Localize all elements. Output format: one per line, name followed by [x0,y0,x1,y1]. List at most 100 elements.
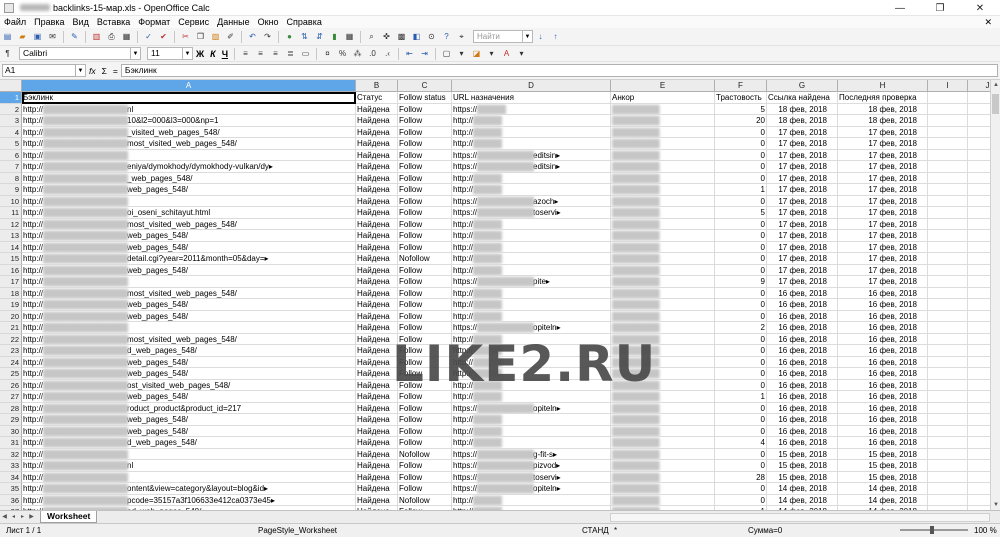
backlink-cell[interactable]: http://██████████████████ [22,448,356,460]
anchor-cell[interactable]: ██████████ [611,264,715,276]
status-cell[interactable]: Найдена [356,138,398,150]
column-header-g[interactable]: G [767,80,838,92]
font-name-box[interactable]: Calibri [19,47,131,60]
menu-edit[interactable]: Правка [30,16,68,28]
page-style[interactable]: PageStyle_Worksheet [258,524,337,537]
prev-sheet-icon[interactable]: ◂ [9,512,18,522]
header-cell[interactable]: Анкор [611,92,715,104]
backlink-cell[interactable]: http://██████████████████web_pages_548/ [22,310,356,322]
export-pdf-icon[interactable]: ▥ [91,31,102,42]
last-check-cell[interactable]: 17 фев, 2018 [838,138,928,150]
close-button[interactable]: ✕ [960,0,1000,16]
function-icon[interactable]: = [113,66,118,76]
backlink-cell[interactable]: http://██████████████████oi_oseni_schita… [22,207,356,219]
anchor-cell[interactable]: ██████████ [611,207,715,219]
cut-icon[interactable]: ✂ [180,31,191,42]
font-color-icon[interactable]: A [501,48,512,59]
trust-cell[interactable]: 0 [715,195,767,207]
backlink-cell[interactable]: http://██████████████████most_visited_we… [22,333,356,345]
name-box[interactable]: A1 [2,64,76,77]
sort-ascending-icon[interactable]: ⇅ [299,31,310,42]
follow-cell[interactable]: Follow [398,460,452,472]
trust-cell[interactable]: 0 [715,356,767,368]
last-check-cell[interactable]: 16 фев, 2018 [838,287,928,299]
trust-cell[interactable]: 5 [715,103,767,115]
found-date-cell[interactable]: 16 фев, 2018 [767,425,838,437]
anchor-cell[interactable]: ██████████ [611,184,715,196]
follow-cell[interactable]: Follow [398,310,452,322]
copy-icon[interactable]: ❐ [195,31,206,42]
last-check-cell[interactable]: 15 фев, 2018 [838,471,928,483]
anchor-cell[interactable]: ██████████ [611,115,715,127]
status-cell[interactable]: Найдена [356,287,398,299]
found-date-cell[interactable]: 17 фев, 2018 [767,149,838,161]
last-check-cell[interactable]: 14 фев, 2018 [838,483,928,495]
follow-cell[interactable]: Follow [398,149,452,161]
anchor-cell[interactable]: ██████████ [611,448,715,460]
last-check-cell[interactable]: 16 фев, 2018 [838,299,928,311]
anchor-cell[interactable]: ██████████ [611,103,715,115]
menu-insert[interactable]: Вставка [93,16,134,28]
row-header[interactable]: 12 [0,218,22,230]
follow-cell[interactable]: Nofollow [398,494,452,506]
selection-mode[interactable]: СТАНД [582,524,609,537]
last-check-cell[interactable]: 15 фев, 2018 [838,448,928,460]
first-sheet-icon[interactable]: ◀ [0,512,9,522]
add-decimal-icon[interactable]: .0 [367,48,378,59]
status-cell[interactable]: Найдена [356,460,398,472]
edit-file-icon[interactable]: ✎ [69,31,80,42]
anchor-cell[interactable]: ██████████ [611,299,715,311]
backlink-cell[interactable]: http://██████████████████d_web_pages_548… [22,345,356,357]
row-header[interactable]: 16 [0,264,22,276]
status-cell[interactable]: Найдена [356,414,398,426]
found-date-cell[interactable]: 17 фев, 2018 [767,230,838,242]
horizontal-scrollbar[interactable] [610,513,990,522]
row-header[interactable]: 6 [0,149,22,161]
find-prev-icon[interactable]: ↑ [550,31,561,42]
scroll-up-icon[interactable]: ▲ [991,80,1000,90]
select-all-corner[interactable] [0,80,22,92]
anchor-cell[interactable]: ██████████ [611,218,715,230]
backlink-cell[interactable]: http://██████████████████ontent&view=cat… [22,483,356,495]
last-check-cell[interactable]: 16 фев, 2018 [838,379,928,391]
menu-tools[interactable]: Сервис [174,16,213,28]
font-size-box[interactable]: 11 [147,47,183,60]
trust-cell[interactable]: 0 [715,299,767,311]
header-cell[interactable] [928,92,968,104]
header-cell[interactable]: Трастовость [715,92,767,104]
font-size-dropdown-icon[interactable]: ▼ [183,47,193,60]
last-check-cell[interactable]: 17 фев, 2018 [838,241,928,253]
last-check-cell[interactable]: 18 фев, 2018 [838,115,928,127]
align-center-icon[interactable]: ≡ [255,48,266,59]
row-header[interactable]: 2 [0,103,22,115]
target-url-cell[interactable]: http://██████ [452,310,611,322]
target-url-cell[interactable]: https://████████████toservi▸ [452,471,611,483]
anchor-cell[interactable]: ██████████ [611,161,715,173]
trust-cell[interactable]: 0 [715,253,767,265]
target-url-cell[interactable]: http://██████ [452,126,611,138]
row-header[interactable]: 18 [0,287,22,299]
target-url-cell[interactable]: http://██████ [452,414,611,426]
trust-cell[interactable]: 9 [715,276,767,288]
empty-cell[interactable] [928,322,968,334]
empty-cell[interactable] [928,184,968,196]
found-date-cell[interactable]: 16 фев, 2018 [767,322,838,334]
row-header[interactable]: 33 [0,460,22,472]
backlink-cell[interactable]: http://██████████████████10&l2=000&l3=00… [22,115,356,127]
status-cell[interactable]: Найдена [356,483,398,495]
target-url-cell[interactable]: http://██████ [452,241,611,253]
follow-cell[interactable]: Follow [398,218,452,230]
follow-cell[interactable]: Follow [398,126,452,138]
status-cell[interactable]: Найдена [356,149,398,161]
last-check-cell[interactable]: 17 фев, 2018 [838,126,928,138]
target-url-cell[interactable]: https://████████████g-fit-s▸ [452,448,611,460]
follow-cell[interactable]: Follow [398,414,452,426]
target-url-cell[interactable]: http://██████ [452,494,611,506]
backlink-cell[interactable]: http://██████████████████most_visited_we… [22,287,356,299]
follow-cell[interactable]: Follow [398,103,452,115]
trust-cell[interactable]: 0 [715,345,767,357]
empty-cell[interactable] [928,195,968,207]
anchor-cell[interactable]: ██████████ [611,310,715,322]
follow-cell[interactable]: Follow [398,287,452,299]
find-next-icon[interactable]: ↓ [535,31,546,42]
